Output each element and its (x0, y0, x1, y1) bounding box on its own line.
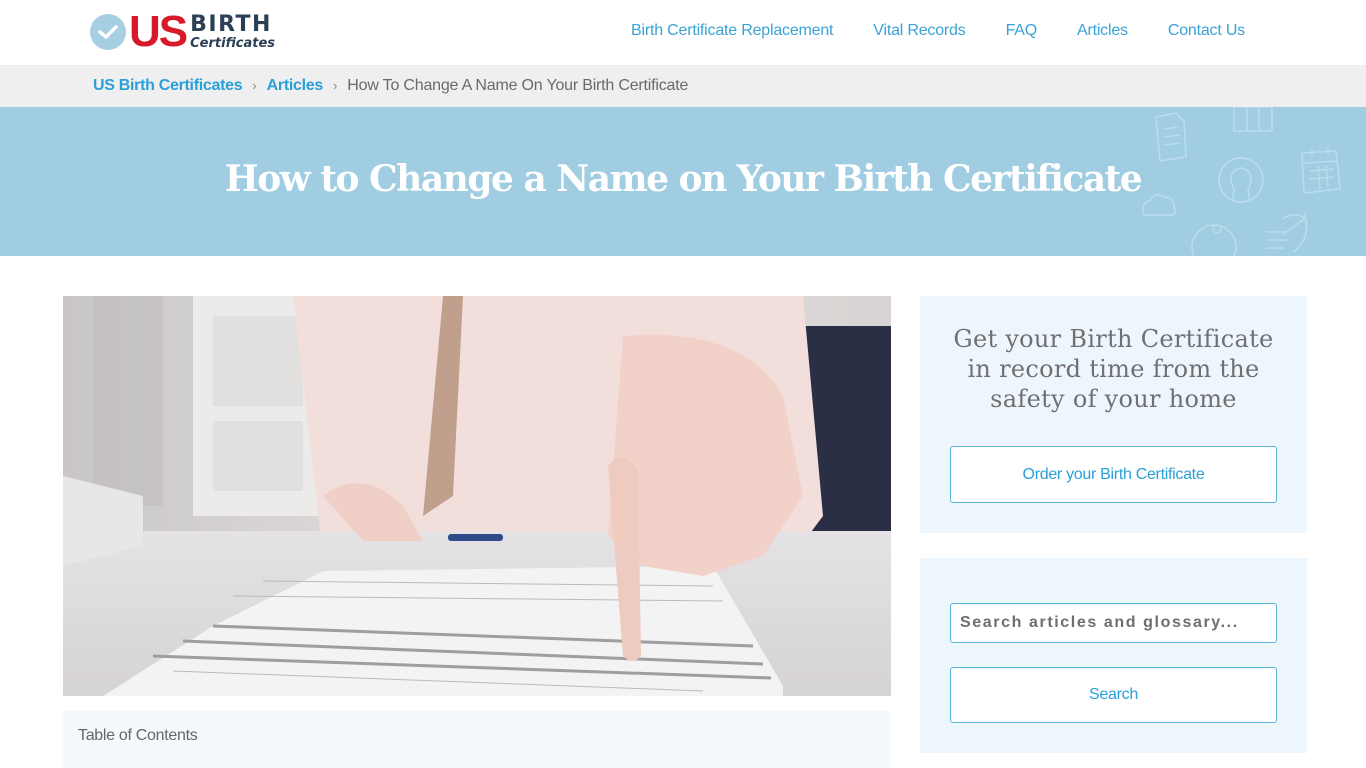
breadcrumb-home[interactable]: US Birth Certificates (93, 76, 243, 96)
nav-contact-us[interactable]: Contact Us (1168, 21, 1245, 41)
breadcrumb-separator: › (332, 78, 338, 93)
logo-mark: US (129, 7, 188, 56)
hero-banner: How to Change a Name on Your Birth Certi… (0, 107, 1366, 256)
breadcrumb-separator: › (252, 78, 257, 93)
page-title: How to Change a Name on Your Birth Certi… (224, 158, 1143, 200)
logo-word-certificates: Certificates (190, 36, 276, 51)
nav-articles[interactable]: Articles (1077, 21, 1128, 41)
nav-faq[interactable]: FAQ (1006, 21, 1038, 41)
main-nav: Birth Certificate Replacement Vital Reco… (631, 21, 1245, 41)
logo-word-birth: BIRTH (190, 12, 272, 37)
checklist-icon (1266, 212, 1309, 253)
toc-title: Table of Contents (78, 727, 198, 744)
sidebar-cta-card: Get your Birth Certificate in record tim… (920, 296, 1307, 533)
site-header: US BIRTH Certificates Birth Certificate … (0, 0, 1366, 65)
photo-illustration (63, 296, 891, 696)
book-icon (1233, 107, 1273, 132)
clock-icon (1191, 224, 1237, 256)
checkmark-circle-icon (90, 14, 126, 50)
document-icon (1155, 112, 1187, 162)
breadcrumb-bar: US Birth Certificates › Articles › How T… (0, 65, 1366, 107)
nav-vital-records[interactable]: Vital Records (873, 21, 965, 41)
nav-birth-certificate-replacement[interactable]: Birth Certificate Replacement (631, 21, 833, 41)
site-logo[interactable]: US BIRTH Certificates (90, 7, 276, 56)
breadcrumb: US Birth Certificates › Articles › How T… (93, 76, 688, 96)
breadcrumb-current: How To Change A Name On Your Birth Certi… (347, 77, 689, 94)
search-button[interactable]: Search (950, 667, 1277, 723)
search-input[interactable] (950, 603, 1277, 643)
table-of-contents[interactable]: Table of Contents (63, 711, 891, 768)
sidebar-search-card: Search (920, 558, 1307, 753)
order-birth-certificate-button[interactable]: Order your Birth Certificate (950, 446, 1277, 503)
article-hero-image (63, 296, 891, 696)
cta-text: Get your Birth Certificate in record tim… (953, 325, 1274, 413)
logo-wordmark: BIRTH Certificates (190, 12, 276, 51)
breadcrumb-articles[interactable]: Articles (267, 76, 324, 96)
